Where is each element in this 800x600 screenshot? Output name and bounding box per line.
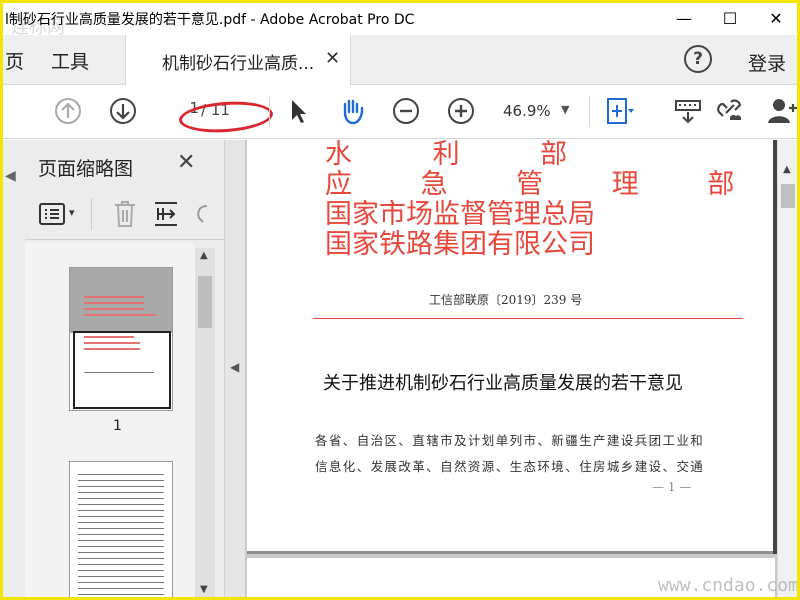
thumb-text-line	[84, 302, 144, 304]
thumb-text-line	[78, 528, 164, 529]
keyboard-scroll-icon[interactable]	[673, 96, 703, 126]
thumbnail-scrollbar[interactable]: ▲ ▼	[195, 248, 215, 597]
scroll-up-icon[interactable]: ▲	[200, 250, 208, 261]
thumb-text-line	[78, 492, 164, 493]
tools-tab[interactable]: 工具	[51, 47, 89, 74]
delete-page-icon[interactable]	[113, 200, 137, 228]
thumb-text-line	[78, 576, 164, 577]
thumbnail-panel: ◀ 页面缩略图 ✕ ▾ 1 ▲ ▼	[3, 140, 225, 597]
options-caret-icon[interactable]: ▾	[69, 206, 75, 219]
zoom-level[interactable]: 46.9%	[503, 102, 551, 120]
document-view[interactable]: 水 利 部 应 急 管 理 部 国家市场监督管理总局 国家铁路集团有限公司 工信…	[245, 140, 777, 597]
thumb-text-line	[84, 314, 156, 316]
thumb-text-line	[78, 534, 164, 535]
thumbnail-viewport-box[interactable]	[73, 331, 171, 409]
insert-page-icon[interactable]	[153, 200, 179, 228]
select-arrow-icon[interactable]	[283, 96, 313, 126]
fit-page-icon[interactable]	[604, 96, 634, 126]
document-scroll-thumb[interactable]	[781, 184, 795, 208]
share-link-icon[interactable]	[715, 96, 745, 126]
panel-toolbar: ▾	[25, 190, 225, 240]
thumb-text-line	[78, 546, 164, 547]
zoom-dropdown-icon[interactable]: ▼	[561, 103, 569, 116]
thumb-text-line	[78, 570, 164, 571]
thumb-text-line	[78, 516, 164, 517]
home-tab[interactable]: 页	[5, 47, 24, 74]
panel-divider	[91, 198, 92, 230]
thumbnail-header-block	[70, 268, 172, 333]
panel-header: 页面缩略图 ✕	[23, 140, 223, 190]
thumb-text-line	[78, 474, 164, 475]
tab-close-icon[interactable]: ✕	[325, 48, 340, 69]
zoom-in-icon[interactable]	[446, 96, 476, 126]
toolbar: 1 / 11 46.9% ▼	[3, 85, 797, 139]
body-text-line: 信息化、发展改革、自然资源、生态环境、住房城乡建设、交通	[315, 459, 705, 474]
close-icon: ✕	[769, 8, 783, 28]
scroll-down-icon[interactable]: ▼	[200, 584, 208, 595]
toolbar-divider	[589, 97, 590, 127]
acrobat-window: 连标网 l制砂石行业高质量发展的若干意见.pdf - Adobe Acrobat…	[0, 0, 800, 600]
thumb-text-line	[78, 480, 164, 481]
menu-bar: 页 工具 机制砂石行业高质... ✕ ? 登录	[3, 35, 797, 86]
panel-close-icon[interactable]: ✕	[177, 150, 195, 175]
red-divider-line	[313, 318, 743, 319]
thumb-text-line	[78, 582, 164, 583]
thumb-text-line	[84, 296, 144, 298]
thumbnail-options-icon[interactable]	[39, 202, 67, 226]
page-thumbnail-1[interactable]	[69, 267, 173, 411]
thumb-text-line	[78, 510, 164, 511]
help-icon[interactable]: ?	[684, 45, 712, 73]
thumb-text-line	[78, 558, 164, 559]
maximize-icon: ☐	[722, 8, 738, 28]
minimize-icon: —	[676, 8, 692, 28]
document-heading: 关于推进机制砂石行业高质量发展的若干意见	[323, 373, 683, 394]
thumbnail-page-label: 1	[113, 418, 122, 434]
zoom-out-icon[interactable]	[391, 96, 421, 126]
panel-title: 页面缩略图	[38, 158, 134, 180]
next-page-icon[interactable]	[108, 96, 138, 126]
previous-page-icon[interactable]	[53, 96, 83, 126]
thumb-text-line	[78, 522, 164, 523]
thumb-text-line	[78, 540, 164, 541]
thumb-text-line	[78, 486, 164, 487]
thumb-text-line	[78, 552, 164, 553]
toolbar-divider	[269, 97, 270, 127]
collapse-panel-icon[interactable]: ◀	[230, 360, 239, 374]
maximize-button[interactable]: ☐	[707, 3, 753, 33]
document-tab[interactable]: 机制砂石行业高质... ✕	[125, 35, 351, 86]
document-number: 工信部联原〔2019〕239 号	[429, 293, 583, 307]
page-footer-number: — 1 —	[652, 480, 692, 494]
document-tab-label: 机制砂石行业高质...	[162, 54, 315, 74]
thumb-text-line	[78, 564, 164, 565]
panel-expand-arrow-icon[interactable]: ◀	[5, 168, 16, 184]
panel-collapse-strip[interactable]: ◀	[225, 140, 245, 597]
window-title: l制砂石行业高质量发展的若干意见.pdf - Adobe Acrobat Pro…	[5, 12, 415, 28]
issuer-line-4: 国家铁路集团有限公司	[325, 229, 595, 260]
site-watermark: www.cndao.com	[658, 575, 799, 596]
thumb-text-line	[78, 588, 164, 589]
thumb-text-line	[78, 594, 164, 595]
hand-tool-icon[interactable]	[337, 96, 367, 126]
pdf-page: 水 利 部 应 急 管 理 部 国家市场监督管理总局 国家铁路集团有限公司 工信…	[247, 140, 775, 554]
thumb-text-line	[84, 308, 144, 310]
thumb-text-line	[78, 504, 164, 505]
thumbnail-list: 1	[25, 243, 195, 597]
title-bar: 连标网 l制砂石行业高质量发展的若干意见.pdf - Adobe Acrobat…	[3, 3, 797, 38]
body-text-line: 各省、自治区、直辖市及计划单列市、新疆生产建设兵团工业和	[315, 433, 705, 448]
doc-scroll-up-icon[interactable]: ▲	[783, 164, 791, 175]
add-user-icon[interactable]	[767, 96, 797, 126]
thumb-text-line	[78, 498, 164, 499]
document-scrollbar[interactable]: ▲	[777, 140, 797, 597]
rotate-page-icon[interactable]	[195, 202, 209, 226]
minimize-button[interactable]: —	[661, 3, 707, 33]
page-thumbnail-2[interactable]	[69, 461, 173, 597]
thumbnail-scroll-thumb[interactable]	[198, 276, 212, 328]
login-button[interactable]: 登录	[748, 49, 786, 76]
close-window-button[interactable]: ✕	[753, 3, 797, 33]
